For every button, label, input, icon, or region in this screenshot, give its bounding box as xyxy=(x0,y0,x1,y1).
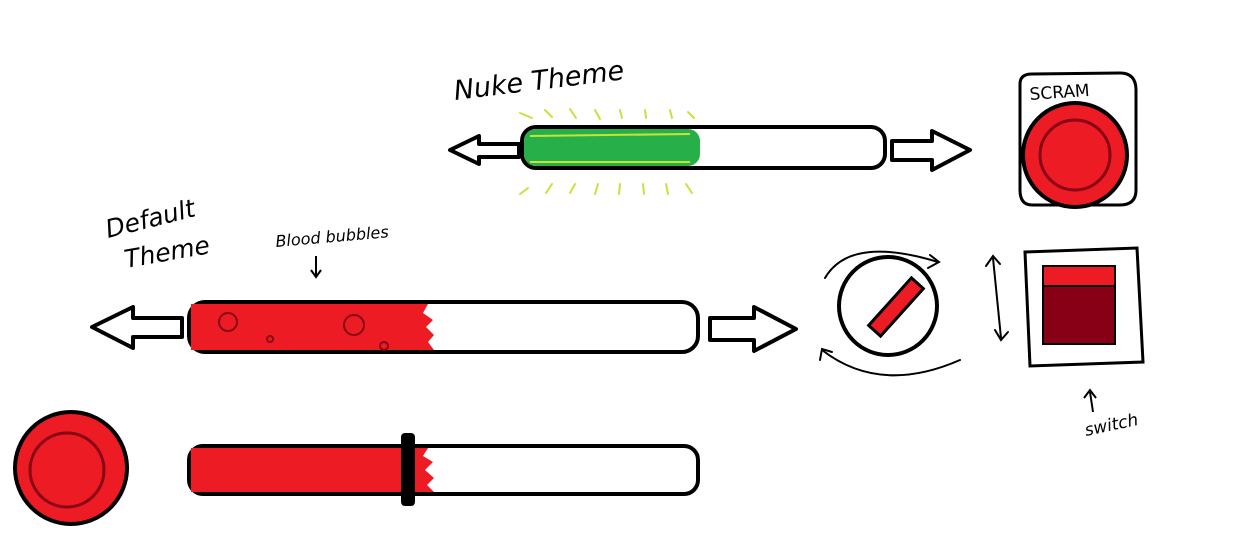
nuke-theme-label: Nuke Theme xyxy=(452,55,626,107)
default-right-arrow-icon[interactable] xyxy=(708,305,798,353)
default-slider-fill xyxy=(191,304,434,350)
sketch-canvas: Nuke Theme SCRAM Default Theme Blood bub… xyxy=(13,55,1145,526)
nuke-left-arrow-icon[interactable] xyxy=(448,134,521,166)
handle-slider-fill xyxy=(191,448,434,492)
blood-bubbles-label: Blood bubbles xyxy=(275,222,390,251)
nuke-right-arrow-icon[interactable] xyxy=(890,129,972,172)
vertical-double-arrow-icon xyxy=(985,254,1009,342)
slider-handle[interactable] xyxy=(401,433,415,506)
switch-bottom-half[interactable] xyxy=(1042,285,1116,345)
switch-label: switch xyxy=(1083,410,1140,441)
up-arrow-icon xyxy=(1083,388,1097,413)
down-arrow-icon xyxy=(310,256,322,279)
default-left-arrow-icon[interactable] xyxy=(90,305,184,350)
switch-top-half[interactable] xyxy=(1042,265,1116,287)
